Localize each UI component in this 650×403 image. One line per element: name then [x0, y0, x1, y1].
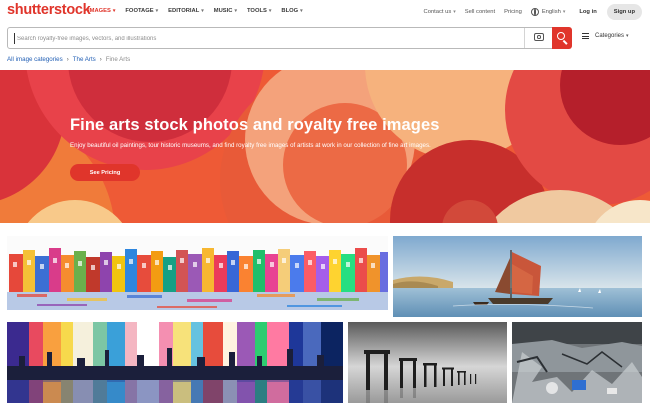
search-bar	[7, 27, 572, 49]
nav-editorial-label: EDITORIAL	[168, 8, 200, 14]
breadcrumb-current: Fine Arts	[105, 56, 131, 63]
search-divider	[524, 28, 525, 48]
gallery-image-grunge-abstract[interactable]	[512, 322, 642, 403]
language-label: English	[541, 9, 561, 15]
chevron-down-icon: ▾	[234, 8, 237, 14]
search-input[interactable]	[17, 31, 517, 46]
chevron-down-icon: ▾	[300, 8, 303, 14]
hero-subtitle: Enjoy beautiful oil paintings, tour hist…	[70, 142, 431, 149]
camera-icon[interactable]	[534, 33, 544, 41]
login-link[interactable]: Log in	[579, 9, 596, 15]
nav-blog[interactable]: BLOG ▾	[281, 8, 302, 14]
sell-content-link[interactable]: Sell content	[465, 9, 495, 15]
rainbow-city-skyline-painting	[7, 322, 343, 403]
sailboat-seascape-painting	[393, 236, 642, 317]
utility-nav: Contact us ▾ Sell content Pricing English…	[415, 2, 642, 22]
chevron-down-icon: ▾	[453, 9, 456, 15]
nav-footage[interactable]: FOOTAGE ▾	[125, 8, 158, 14]
chevron-right-icon: ›	[99, 56, 102, 63]
main-nav: IMAGES ▾ FOOTAGE ▾ EDITORIAL ▾ MUSIC ▾ TOOLS…	[88, 8, 313, 14]
search-button[interactable]	[552, 27, 572, 49]
pricing-link[interactable]: Pricing	[504, 9, 522, 15]
see-pricing-button[interactable]: See Pricing	[70, 164, 140, 181]
signup-button[interactable]: Sign up	[606, 4, 642, 20]
contact-us-label: Contact us	[423, 9, 452, 15]
shutterstock-logo[interactable]: shutterstock	[7, 2, 91, 18]
hero-title: Fine arts stock photos and royalty free …	[70, 116, 440, 134]
harbor-town-painting	[7, 236, 388, 317]
chevron-down-icon: ▾	[562, 9, 566, 15]
grunge-abstract-painting	[512, 322, 642, 403]
chevron-down-icon: ▾	[268, 8, 272, 14]
categories-menu[interactable]: Categories ▾	[582, 33, 629, 39]
gallery-image-rainbow-skyline[interactable]	[7, 322, 343, 403]
language-selector[interactable]: English ▾	[530, 8, 566, 17]
gallery-image-harbor-town[interactable]	[7, 236, 388, 317]
nav-images[interactable]: IMAGES ▾	[88, 8, 115, 14]
chevron-down-icon: ▾	[201, 8, 204, 14]
gallery-image-sailboat-seascape[interactable]	[393, 236, 642, 317]
nav-blog-label: BLOG	[281, 8, 299, 14]
nav-images-label: IMAGES	[88, 8, 111, 14]
menu-icon	[582, 33, 589, 39]
breadcrumb: All image categories › The Arts › Fine A…	[7, 56, 130, 63]
chevron-down-icon: ▾	[626, 33, 629, 39]
gallery-image-pier-posts[interactable]	[348, 322, 507, 403]
globe-icon	[530, 8, 539, 17]
nav-footage-label: FOOTAGE	[125, 8, 154, 14]
chevron-right-icon: ›	[66, 56, 69, 63]
nav-editorial[interactable]: EDITORIAL ▾	[168, 8, 204, 14]
nav-tools[interactable]: TOOLS ▾	[247, 8, 271, 14]
contact-us-link[interactable]: Contact us ▾	[424, 9, 456, 15]
text-cursor	[14, 33, 15, 44]
nav-music-label: MUSIC	[213, 8, 233, 14]
breadcrumb-the-arts[interactable]: The Arts	[73, 56, 96, 63]
search-icon-handle	[562, 40, 568, 45]
nav-music[interactable]: MUSIC ▾	[214, 8, 237, 14]
nav-tools-label: TOOLS	[247, 8, 267, 14]
chevron-down-icon: ▾	[112, 8, 116, 14]
search-icon	[557, 32, 565, 40]
categories-label: Categories	[595, 33, 625, 39]
chevron-down-icon: ▾	[155, 8, 159, 14]
breadcrumb-all-categories[interactable]: All image categories	[7, 56, 63, 63]
top-navigation: shutterstock IMAGES ▾ FOOTAGE ▾ EDITORIAL ▾…	[0, 0, 650, 24]
pier-posts-in-mist-photo	[348, 322, 507, 403]
